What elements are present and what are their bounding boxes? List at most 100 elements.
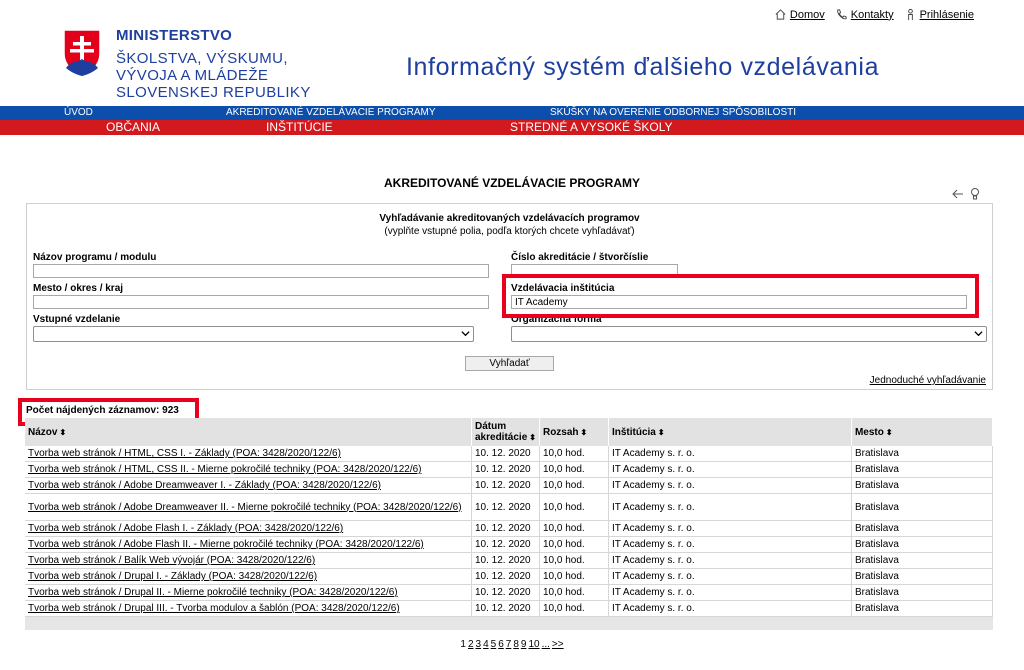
cell-city: Bratislava (851, 584, 994, 601)
col-name-header[interactable]: Názov ⬍ (25, 418, 472, 446)
nav-bar-blue: ÚVOD AKREDITOVANÉ VZDELÁVACIE PROGRAMY S… (0, 106, 1024, 120)
cell-date: 10. 12. 2020 (471, 568, 540, 585)
cell-range: 10,0 hod. (539, 493, 609, 521)
cell-range: 10,0 hod. (539, 552, 609, 569)
table-row: Tvorba web stránok / Adobe Dreamweaver I… (25, 477, 994, 494)
ministry-line-3: VÝVOJA A MLÁDEŽE (116, 67, 269, 84)
organization-form-select[interactable] (511, 326, 987, 342)
phone-icon (837, 9, 847, 20)
login-link[interactable]: Prihlásenie (904, 8, 974, 21)
coat-of-arms-logo (63, 29, 101, 77)
page-link[interactable]: 8 (513, 639, 519, 650)
page-link[interactable]: 2 (468, 639, 474, 650)
home-link-label: Domov (789, 8, 825, 21)
sort-icon: ⬍ (657, 427, 665, 437)
program-link[interactable]: Tvorba web stránok / Adobe Flash II. - M… (28, 539, 424, 550)
entry-education-select[interactable] (33, 326, 474, 342)
page-link[interactable]: 10 (528, 639, 539, 650)
cell-name: Tvorba web stránok / HTML, CSS I. - Zákl… (25, 446, 472, 462)
sort-icon: ⬍ (580, 427, 588, 437)
cell-city: Bratislava (851, 520, 994, 537)
nav-obcania[interactable]: OBČANIA (106, 120, 160, 135)
cell-name: Tvorba web stránok / Adobe Flash I. - Zá… (25, 520, 472, 537)
nav-skusky[interactable]: SKÚŠKY NA OVERENIE ODBORNEJ SPÔSOBILOSTI (550, 106, 796, 120)
col-range-header[interactable]: Rozsah ⬍ (539, 418, 609, 446)
cell-date: 10. 12. 2020 (471, 477, 540, 494)
top-links: Domov Kontakty Prihlásenie (774, 8, 974, 21)
page-link[interactable]: 4 (483, 639, 489, 650)
sort-icon: ⬍ (885, 427, 893, 437)
tools (951, 187, 982, 201)
page-link[interactable]: 9 (521, 639, 527, 650)
nav-institucie[interactable]: INŠTITÚCIE (266, 120, 333, 135)
sort-icon: ⬍ (59, 427, 67, 437)
program-link[interactable]: Tvorba web stránok / Balík Web vývojár (… (28, 555, 315, 566)
program-link[interactable]: Tvorba web stránok / Drupal III. - Tvorb… (28, 603, 400, 614)
nav-uvod[interactable]: ÚVOD (64, 106, 93, 120)
table-row: Tvorba web stránok / HTML, CSS II. - Mie… (25, 461, 994, 478)
col-city-header[interactable]: Mesto ⬍ (851, 418, 994, 446)
cell-institution: IT Academy s. r. o. (608, 552, 852, 569)
login-link-label: Prihlásenie (919, 8, 974, 21)
pagination: 1 2 3 4 5 6 7 8 9 10... >> (0, 639, 1024, 650)
cell-institution: IT Academy s. r. o. (608, 520, 852, 537)
program-link[interactable]: Tvorba web stránok / Drupal II. - Mierne… (28, 587, 398, 598)
cell-institution: IT Academy s. r. o. (608, 536, 852, 553)
city-label: Mesto / okres / kraj (33, 283, 124, 294)
program-link[interactable]: Tvorba web stránok / Adobe Flash I. - Zá… (28, 523, 343, 534)
ministry-subtitle: ŠKOLSTVA, VÝSKUMU, VÝVOJA A MLÁDEŽE SLOV… (116, 50, 311, 101)
program-name-input[interactable] (33, 264, 489, 278)
table-row: Tvorba web stránok / HTML, CSS I. - Zákl… (25, 446, 994, 462)
city-input[interactable] (33, 295, 489, 309)
cell-range: 10,0 hod. (539, 461, 609, 478)
cell-name: Tvorba web stránok / Balík Web vývojár (… (25, 552, 472, 569)
nav-bar-red: OBČANIA INŠTITÚCIE STREDNÉ A VYSOKÉ ŠKOL… (0, 120, 1024, 135)
lightbulb-icon[interactable] (968, 187, 982, 201)
cell-date: 10. 12. 2020 (471, 461, 540, 478)
ministry-title: MINISTERSTVO (116, 27, 233, 44)
program-link[interactable]: Tvorba web stránok / HTML, CSS I. - Zákl… (28, 448, 341, 459)
sort-icon: ⬍ (529, 433, 536, 442)
cell-institution: IT Academy s. r. o. (608, 461, 852, 478)
page-link[interactable]: ... (542, 639, 550, 650)
page-link[interactable]: 7 (506, 639, 512, 650)
cell-name: Tvorba web stránok / HTML, CSS II. - Mie… (25, 461, 472, 478)
results-table: Názov ⬍ Dátum akreditácie ⬍ Rozsah ⬍ Inštit… (25, 418, 994, 630)
cell-institution: IT Academy s. r. o. (608, 600, 852, 617)
col-institution-header[interactable]: Inštitúcia ⬍ (608, 418, 852, 446)
program-link[interactable]: Tvorba web stránok / Drupal I. - Základy… (28, 571, 317, 582)
program-link[interactable]: Tvorba web stránok / Adobe Dreamweaver I… (28, 480, 381, 491)
table-row: Tvorba web stránok / Adobe Flash II. - M… (25, 536, 994, 553)
table-header-row: Názov ⬍ Dátum akreditácie ⬍ Rozsah ⬍ Inštit… (25, 418, 994, 446)
cell-range: 10,0 hod. (539, 477, 609, 494)
table-row: Tvorba web stránok / Adobe Dreamweaver I… (25, 493, 994, 521)
cell-date: 10. 12. 2020 (471, 520, 540, 537)
person-icon (907, 8, 913, 21)
page-link[interactable]: 5 (491, 639, 497, 650)
nav-akreditovane-programy[interactable]: AKREDITOVANÉ VZDELÁVACIE PROGRAMY (226, 106, 436, 120)
system-title: Informačný systém ďalšieho vzdelávania (406, 53, 880, 81)
cell-range: 10,0 hod. (539, 520, 609, 537)
results-count: Počet nájdených záznamov: 923 (26, 405, 179, 416)
nav-skoly[interactable]: STREDNÉ A VYSOKÉ ŠKOLY (510, 120, 673, 135)
cell-name: Tvorba web stránok / Drupal II. - Mierne… (25, 584, 472, 601)
cell-city: Bratislava (851, 568, 994, 585)
back-arrow-icon[interactable] (951, 187, 965, 201)
program-link[interactable]: Tvorba web stránok / Adobe Dreamweaver I… (28, 502, 462, 513)
simple-search-link[interactable]: Jednoduché vyhľadávanie (870, 375, 986, 386)
search-title: Vyhľadávanie akreditovaných vzdelávacích… (379, 213, 640, 224)
cell-name: Tvorba web stránok / Drupal I. - Základy… (25, 568, 472, 585)
cell-name: Tvorba web stránok / Adobe Dreamweaver I… (25, 493, 472, 521)
chevron-down-icon (974, 331, 983, 337)
cell-city: Bratislava (851, 536, 994, 553)
page-link[interactable]: 3 (476, 639, 482, 650)
home-icon (775, 9, 786, 20)
search-button[interactable]: Vyhľadať (465, 356, 554, 371)
col-date-header[interactable]: Dátum akreditácie ⬍ (471, 418, 540, 446)
cell-city: Bratislava (851, 477, 994, 494)
contacts-link[interactable]: Kontakty (835, 8, 894, 21)
page-link[interactable]: 6 (498, 639, 504, 650)
program-link[interactable]: Tvorba web stránok / HTML, CSS II. - Mie… (28, 464, 422, 475)
page-link[interactable]: >> (552, 639, 564, 650)
home-link[interactable]: Domov (774, 8, 825, 21)
